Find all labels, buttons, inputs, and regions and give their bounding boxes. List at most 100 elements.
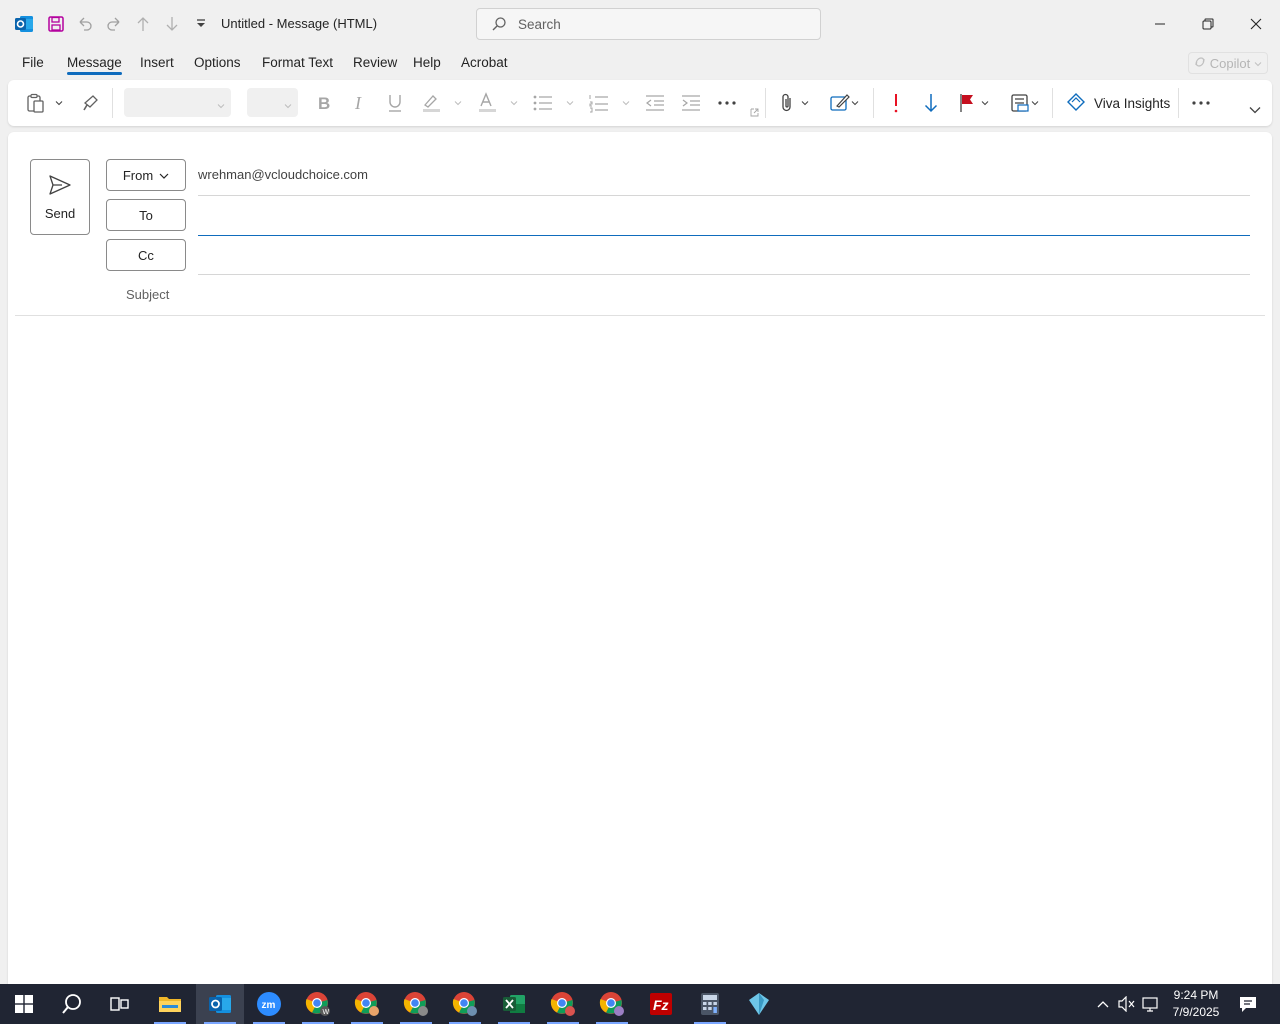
- ribbon-separator: [873, 88, 874, 118]
- flag-chevron-icon[interactable]: [978, 90, 992, 116]
- format-painter-icon[interactable]: [78, 90, 104, 116]
- highlight-icon[interactable]: [418, 90, 444, 116]
- chevron-down-icon: [1254, 56, 1262, 71]
- from-label: From: [122, 167, 154, 183]
- attach-chevron-icon[interactable]: [798, 90, 812, 116]
- tab-message[interactable]: Message: [67, 55, 122, 75]
- viva-insights-button[interactable]: Viva Insights: [1066, 90, 1170, 116]
- paste-options-chevron-icon[interactable]: [52, 90, 66, 116]
- task-view-icon[interactable]: [96, 984, 144, 1024]
- underline-icon[interactable]: [382, 90, 408, 116]
- bullets-icon[interactable]: [530, 90, 556, 116]
- bold-icon[interactable]: B: [310, 90, 336, 116]
- windows-start-icon[interactable]: [0, 984, 48, 1024]
- to-field-focus-line: [198, 235, 1250, 236]
- body-divider: [15, 315, 1265, 316]
- close-button[interactable]: [1233, 8, 1279, 40]
- bullets-chevron-icon[interactable]: [563, 90, 577, 116]
- attach-file-icon[interactable]: [776, 90, 798, 116]
- chrome-icon[interactable]: [343, 984, 391, 1024]
- customize-quick-access-icon[interactable]: [190, 12, 212, 36]
- outlook-app-icon[interactable]: [13, 12, 35, 36]
- app-icon[interactable]: [735, 984, 783, 1024]
- more-commands-icon[interactable]: [1188, 90, 1214, 116]
- cc-button[interactable]: Cc: [106, 239, 186, 271]
- font-color-icon[interactable]: [474, 90, 500, 116]
- save-icon[interactable]: [45, 12, 67, 36]
- restore-button[interactable]: [1185, 8, 1231, 40]
- viva-insights-icon: [1066, 92, 1086, 115]
- chrome-icon[interactable]: [392, 984, 440, 1024]
- subject-label: Subject: [126, 287, 170, 302]
- signature-chevron-icon[interactable]: [848, 90, 862, 116]
- follow-up-flag-icon[interactable]: [956, 90, 978, 116]
- show-hidden-icons-chevron-icon[interactable]: [1092, 984, 1114, 1024]
- notifications-icon[interactable]: [1236, 984, 1260, 1024]
- filezilla-icon[interactable]: Fz: [637, 984, 685, 1024]
- increase-indent-icon[interactable]: [678, 90, 704, 116]
- chrome-icon[interactable]: [441, 984, 489, 1024]
- tab-help[interactable]: Help: [413, 55, 441, 70]
- svg-text:B: B: [318, 94, 330, 112]
- paste-icon[interactable]: [22, 90, 50, 116]
- from-button[interactable]: From: [106, 159, 186, 191]
- previous-item-icon[interactable]: [132, 12, 154, 36]
- numbering-icon[interactable]: [586, 90, 612, 116]
- tab-review[interactable]: Review: [353, 55, 397, 70]
- tab-insert[interactable]: Insert: [140, 55, 174, 70]
- tab-options[interactable]: Options: [194, 55, 241, 70]
- tab-file[interactable]: File: [22, 55, 44, 70]
- viva-insights-label: Viva Insights: [1094, 95, 1171, 111]
- outlook-icon[interactable]: [196, 984, 244, 1024]
- undo-icon[interactable]: [74, 12, 96, 36]
- system-clock[interactable]: 9:24 PM 7/9/2025: [1168, 987, 1224, 1021]
- ribbon-expand-chevron-icon[interactable]: [1246, 100, 1264, 120]
- minimize-button[interactable]: [1137, 8, 1183, 40]
- tab-format-text[interactable]: Format Text: [262, 55, 333, 70]
- clock-date: 7/9/2025: [1172, 1005, 1220, 1019]
- cc-field[interactable]: [198, 240, 1250, 274]
- to-button[interactable]: To: [106, 199, 186, 231]
- svg-text:W: W: [323, 1009, 330, 1016]
- send-button[interactable]: Send: [30, 159, 90, 235]
- decrease-indent-icon[interactable]: [642, 90, 668, 116]
- search-box[interactable]: Search: [476, 8, 821, 40]
- to-label: To: [139, 207, 153, 223]
- taskbar: zm W Fz 9:24 PM 7/9/2025: [0, 984, 1280, 1024]
- redo-icon[interactable]: [103, 12, 125, 36]
- templates-chevron-icon[interactable]: [1028, 90, 1042, 116]
- svg-text:I: I: [354, 94, 362, 112]
- message-body[interactable]: [15, 318, 1265, 978]
- subject-field[interactable]: [198, 278, 1250, 312]
- tab-acrobat[interactable]: Acrobat: [461, 55, 508, 70]
- send-label: Send: [44, 206, 76, 221]
- calculator-icon[interactable]: [686, 984, 734, 1024]
- font-size-box[interactable]: [247, 88, 298, 117]
- network-icon[interactable]: [1140, 984, 1162, 1024]
- dialog-launcher-icon[interactable]: [748, 106, 760, 118]
- zoom-icon[interactable]: zm: [245, 984, 293, 1024]
- search-placeholder: Search: [518, 17, 561, 32]
- to-field[interactable]: [198, 200, 1250, 234]
- high-importance-icon[interactable]: [885, 90, 907, 116]
- ribbon-toolbar: B I Viva Insights: [8, 80, 1272, 126]
- chrome-icon[interactable]: W: [294, 984, 342, 1024]
- more-paragraph-options-icon[interactable]: [714, 90, 740, 116]
- font-color-chevron-icon[interactable]: [507, 90, 521, 116]
- file-explorer-icon[interactable]: [146, 984, 194, 1024]
- numbering-chevron-icon[interactable]: [619, 90, 633, 116]
- copilot-icon: [1194, 56, 1206, 71]
- volume-muted-icon[interactable]: [1116, 984, 1138, 1024]
- copilot-button[interactable]: Copilot: [1188, 52, 1268, 74]
- font-name-box[interactable]: [124, 88, 231, 117]
- chrome-icon[interactable]: [588, 984, 636, 1024]
- search-icon[interactable]: [48, 984, 96, 1024]
- next-item-icon[interactable]: [161, 12, 183, 36]
- clock-time: 9:24 PM: [1173, 988, 1219, 1002]
- excel-icon[interactable]: [490, 984, 538, 1024]
- low-importance-icon[interactable]: [920, 90, 942, 116]
- italic-icon[interactable]: I: [346, 90, 372, 116]
- chrome-icon[interactable]: [539, 984, 587, 1024]
- from-address: wrehman@vcloudchoice.com: [198, 167, 368, 182]
- highlight-chevron-icon[interactable]: [451, 90, 465, 116]
